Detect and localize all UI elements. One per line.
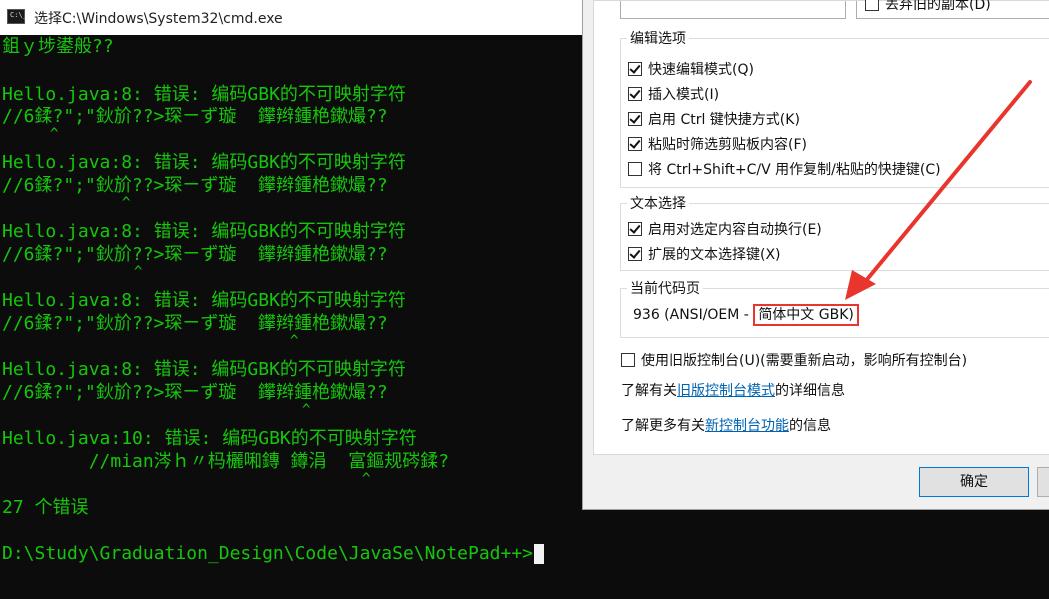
console-line: //6鍒?";"鈥斺??>琛ㄧず璇 鑻辫鍾栬鏉熶?? bbox=[2, 313, 388, 334]
checkbox-box bbox=[865, 0, 879, 11]
text-cursor bbox=[534, 544, 545, 564]
checkbox-box bbox=[628, 162, 642, 176]
error-caret: ^ bbox=[302, 402, 311, 418]
error-caret: ^ bbox=[134, 264, 143, 280]
console-icon: C:\_ bbox=[7, 9, 27, 24]
new-features-link[interactable]: 新控制台功能 bbox=[705, 418, 789, 434]
discard-duplicates-field: 丢弃旧的副本(D) bbox=[856, 0, 1049, 19]
console-line: 鉏ｙ埗鍙般?? bbox=[2, 36, 114, 57]
window-title: 选择C:\Windows\System32\cmd.exe bbox=[34, 11, 283, 27]
console-properties-dialog: 丢弃旧的副本(D) 编辑选项 快速编辑模式(Q) 插入模式(I) 启用 Ctrl… bbox=[582, 0, 1049, 510]
console-line: //mian涔ｈ〃杩欐啝鏄 鐏涓 富鏂规硶鍒? bbox=[2, 451, 450, 472]
console-line: //6鍒?";"鈥斺??>琛ㄧず璇 鑻辫鍾栬鏉熶?? bbox=[2, 106, 388, 127]
console-line: Hello.java:10: 错误: 编码GBK的不可映射字符 bbox=[2, 428, 417, 449]
edit-options-group: 编辑选项 快速编辑模式(Q) 插入模式(I) 启用 Ctrl 键快捷方式(K) … bbox=[620, 28, 1049, 188]
console-line: //6鍒?";"鈥斺??>琛ㄧず璇 鑻辫鍾栬鏉熶?? bbox=[2, 175, 388, 196]
text-selection-group: 文本选择 启用对选定内容自动换行(E) 扩展的文本选择键(X) bbox=[620, 193, 1049, 271]
error-caret: ^ bbox=[122, 195, 131, 211]
checkbox-box bbox=[628, 247, 642, 261]
command-prompt[interactable]: D:\Study\Graduation_Design\Code\JavaSe\N… bbox=[2, 543, 545, 564]
console-line: //6鍒?";"鈥斺??>琛ㄧず璇 鑻辫鍾栬鏉熶?? bbox=[2, 244, 388, 265]
buffer-size-field[interactable] bbox=[620, 1, 846, 19]
checkbox-box bbox=[628, 137, 642, 151]
console-line: Hello.java:8: 错误: 编码GBK的不可映射字符 bbox=[2, 152, 406, 173]
legacy-info: 了解有关旧版控制台模式的详细信息 bbox=[621, 383, 845, 399]
console-line: Hello.java:8: 错误: 编码GBK的不可映射字符 bbox=[2, 84, 406, 105]
codepage-value: 936 (ANSI/OEM - 简体中文 GBK) bbox=[633, 304, 859, 326]
error-count: 27 个错误 bbox=[2, 497, 89, 518]
checkbox-box bbox=[628, 222, 642, 236]
checkbox-box bbox=[628, 112, 642, 126]
new-features-info: 了解更多有关新控制台功能的信息 bbox=[621, 418, 831, 434]
codepage-highlight: 简体中文 GBK) bbox=[753, 304, 859, 326]
legacy-mode-link[interactable]: 旧版控制台模式 bbox=[677, 383, 775, 399]
console-line: Hello.java:8: 错误: 编码GBK的不可映射字符 bbox=[2, 359, 406, 380]
console-line: Hello.java:8: 错误: 编码GBK的不可映射字符 bbox=[2, 290, 406, 311]
checkbox-box bbox=[628, 87, 642, 101]
prompt-path: D:\Study\Graduation_Design\Code\JavaSe\N… bbox=[2, 543, 534, 564]
checkbox-box bbox=[621, 353, 635, 367]
error-caret: ^ bbox=[50, 126, 59, 142]
group-title: 当前代码页 bbox=[627, 278, 703, 298]
ok-button[interactable]: 确定 bbox=[919, 467, 1029, 497]
console-line: Hello.java:8: 错误: 编码GBK的不可映射字符 bbox=[2, 221, 406, 242]
error-caret: ^ bbox=[290, 333, 299, 349]
group-title: 文本选择 bbox=[627, 193, 689, 213]
cancel-button[interactable] bbox=[1037, 467, 1049, 497]
error-caret: ^ bbox=[362, 471, 371, 487]
group-title: 编辑选项 bbox=[627, 28, 689, 48]
checkbox-box bbox=[628, 62, 642, 76]
console-line: //6鍒?";"鈥斺??>琛ㄧず璇 鑻辫鍾栬鏉熶?? bbox=[2, 382, 388, 403]
